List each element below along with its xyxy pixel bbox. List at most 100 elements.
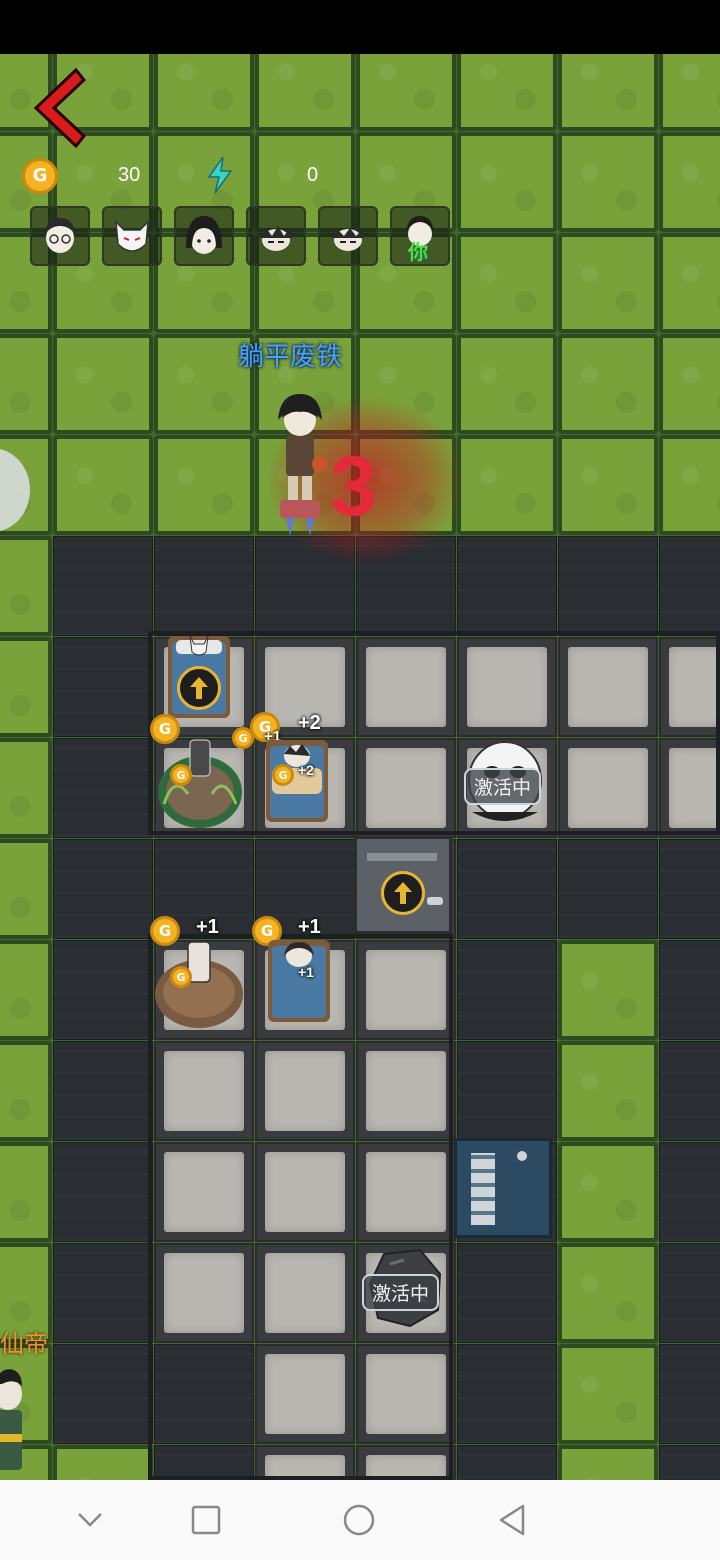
status-bar [0, 0, 720, 54]
wall-tile [457, 1445, 557, 1480]
grass-tile [255, 54, 355, 131]
wall-tile [457, 536, 557, 636]
fox-mask-avatar[interactable] [102, 206, 162, 266]
grass-tile [0, 839, 52, 939]
wall-tile [659, 839, 720, 939]
back-arrow-button[interactable] [26, 66, 86, 150]
door-knob [517, 1151, 527, 1161]
grass-tile [457, 54, 557, 131]
npc-character[interactable] [0, 1364, 30, 1480]
sleeping-boy-avatar[interactable] [246, 206, 306, 266]
game-map[interactable]: G 30 0 你 躺平废铁 3 G G G +2 +1 G G +2 激活中 G… [0, 54, 720, 1480]
wall-tile [659, 1243, 720, 1343]
grass-tile [659, 435, 720, 535]
grass-tile [558, 1142, 658, 1242]
you-avatar[interactable]: 你 [390, 206, 450, 266]
bed-glasses-girl[interactable] [264, 938, 334, 1024]
grass-tile [558, 435, 658, 535]
grass-tile [659, 233, 720, 333]
grass-tile [0, 1142, 52, 1242]
grass-tile [0, 536, 52, 636]
chevron-down-icon[interactable] [76, 1508, 104, 1532]
black-hair-girl-avatar[interactable] [174, 206, 234, 266]
square-recent-icon[interactable] [190, 1504, 222, 1536]
grass-tile [457, 233, 557, 333]
circle-home-icon[interactable] [342, 1503, 376, 1537]
door-ladder [471, 1153, 495, 1225]
player-character[interactable] [268, 390, 332, 540]
grass-tile [53, 334, 153, 434]
wall-tile [659, 940, 720, 1040]
income-plus1-label: +1 [298, 916, 321, 938]
grass-tile [154, 435, 254, 535]
coin-icon: G [22, 158, 58, 194]
grass-tile [356, 54, 456, 131]
grass-tile [0, 940, 52, 1040]
player-name: 躺平废铁 [238, 342, 343, 372]
wall-tile [659, 1344, 720, 1444]
income-plus2-small-label: +2 [298, 762, 314, 778]
sleeping-boy-2-avatar[interactable] [318, 206, 378, 266]
grass-tile [558, 940, 658, 1040]
grass-tile [558, 132, 658, 232]
wall-tile [53, 536, 153, 636]
grass-tile [558, 1041, 658, 1141]
energy-count: 0 [307, 164, 319, 186]
grass-tile [457, 132, 557, 232]
countdown-number: 3 [330, 439, 377, 533]
wall-tile [659, 1041, 720, 1141]
grass-tile [558, 233, 658, 333]
wall-tile [53, 1243, 153, 1343]
grass-tile [558, 1243, 658, 1343]
grass-tile [0, 738, 52, 838]
bed-sleeping-boy[interactable] [262, 738, 332, 824]
grass-tile [0, 1041, 52, 1141]
coin-pickup-icon: G [170, 764, 192, 786]
wall-tile [53, 738, 153, 838]
wall-tile [457, 1243, 557, 1343]
grass-tile [53, 1445, 153, 1480]
wall-tile [53, 940, 153, 1040]
wall-tile [659, 536, 720, 636]
wall-tile [457, 940, 557, 1040]
npc-name: 仙帝 [0, 1330, 48, 1358]
coin-pickup-icon: G [272, 764, 294, 786]
activating-badge: 激活中 [464, 768, 542, 805]
grass-tile [558, 54, 658, 131]
wall-tile [53, 1041, 153, 1141]
wall-tile [659, 1142, 720, 1242]
grass-tile [659, 334, 720, 434]
wall-tile [558, 839, 658, 939]
wall-tile [154, 536, 254, 636]
grass-tile [659, 54, 720, 131]
activating-badge: 激活中 [362, 1274, 440, 1311]
coin-count: 30 [118, 164, 141, 186]
gray-door[interactable] [354, 836, 452, 934]
girl-glasses-avatar[interactable] [30, 206, 90, 266]
grass-tile [154, 54, 254, 131]
dirt-grave-building[interactable] [152, 938, 246, 1032]
triangle-back-icon[interactable] [496, 1502, 528, 1538]
blue-door[interactable] [454, 1138, 552, 1238]
grass-tile [0, 334, 52, 434]
door-upgrade-icon[interactable] [381, 871, 425, 915]
door-handle [427, 897, 443, 905]
door-slot [367, 853, 437, 861]
grass-tile [558, 1445, 658, 1480]
wall-tile [53, 1142, 153, 1242]
grass-tile [558, 1344, 658, 1444]
system-nav-bar [0, 1480, 720, 1560]
wall-tile [53, 1344, 153, 1444]
grass-tile [0, 637, 52, 737]
wall-tile [53, 637, 153, 737]
vine-grave-building[interactable] [154, 734, 246, 830]
wall-tile [659, 1445, 720, 1480]
lightning-icon [207, 156, 233, 194]
coin-pickup-icon: G [170, 966, 192, 988]
wall-tile [53, 839, 153, 939]
grass-tile [457, 435, 557, 535]
upgrade-arrow-icon[interactable] [177, 666, 221, 710]
wall-tile [457, 839, 557, 939]
wall-tile [457, 1344, 557, 1444]
grass-tile [558, 334, 658, 434]
